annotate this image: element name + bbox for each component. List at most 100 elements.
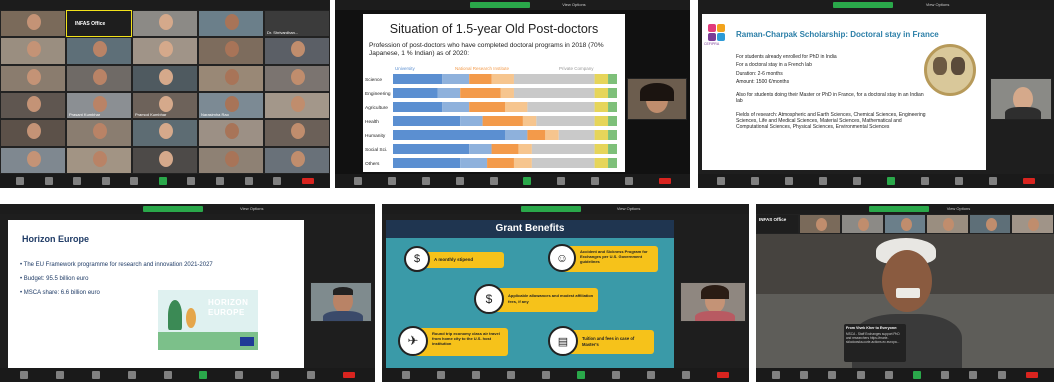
bar-segment xyxy=(513,74,595,84)
participant-tile[interactable] xyxy=(198,146,264,174)
participant-tile[interactable] xyxy=(1011,214,1054,234)
participant-tile[interactable] xyxy=(198,64,264,92)
participant-tile[interactable] xyxy=(66,146,132,174)
participant-tile[interactable] xyxy=(0,64,66,92)
bar-segment xyxy=(482,116,523,126)
participant-face xyxy=(27,41,41,58)
participants-icon[interactable] xyxy=(101,177,110,185)
cefipra-logo: CEFIPRA xyxy=(704,24,728,46)
participant-tile[interactable]: INFAS Office xyxy=(756,214,799,234)
presenter-video xyxy=(627,78,687,120)
participant-tile[interactable]: INFAS Office xyxy=(66,10,132,38)
breakout-icon[interactable] xyxy=(215,177,224,185)
participant-tile[interactable]: Pramod Kumbhar xyxy=(132,92,198,120)
video-icon[interactable] xyxy=(44,177,53,185)
participant-tile[interactable] xyxy=(132,119,198,147)
category-label: Agriculture xyxy=(365,105,388,111)
category-label: Social Sci. xyxy=(365,147,387,153)
participant-tile[interactable] xyxy=(0,10,66,38)
participant-tile[interactable] xyxy=(132,37,198,65)
shared-slide: Horizon Europe • The EU Framework progra… xyxy=(8,220,304,368)
participant-tile[interactable] xyxy=(798,214,841,234)
participant-face xyxy=(900,218,912,231)
meeting-toolbar xyxy=(0,368,375,382)
participant-face xyxy=(225,96,239,112)
participant-tile[interactable] xyxy=(198,37,264,65)
slide-line: Duration: 2-6 months xyxy=(736,70,783,77)
participant-face xyxy=(858,218,869,231)
end-meeting-button[interactable] xyxy=(717,372,730,378)
participant-face xyxy=(291,41,305,58)
category-label: Humanity xyxy=(365,133,386,139)
money-icon: $ xyxy=(404,246,430,272)
slide-line: Amount: 1500 €/months xyxy=(736,78,790,85)
participant-tile[interactable] xyxy=(198,10,264,38)
participant-tile[interactable]: Dr. Shrivardhan... xyxy=(264,10,330,38)
bar-segment xyxy=(505,130,528,140)
slide-subtitle: Profession of post-doctors who have comp… xyxy=(369,42,604,57)
participant-tile[interactable] xyxy=(883,214,926,234)
participant-tile[interactable] xyxy=(0,119,66,147)
bar-segment xyxy=(460,116,483,126)
participant-tile[interactable] xyxy=(66,64,132,92)
participant-tile[interactable] xyxy=(132,64,198,92)
chat-popup[interactable]: From Vivek Kher to Everyone: MSCA - Staf… xyxy=(844,324,906,362)
legend-entry: National Research Institute xyxy=(455,66,510,71)
bar-segment xyxy=(536,116,595,126)
bar-segment xyxy=(393,88,438,98)
participant-tile[interactable] xyxy=(841,214,884,234)
meeting-top-bar: View Options xyxy=(382,204,749,214)
horizon-europe-banner: HORIZON EUROPE xyxy=(158,290,258,350)
screenshot-postdoc-slide: View Options Situation of 1.5-year Old P… xyxy=(335,0,690,188)
meeting-top-bar: View Options xyxy=(335,0,690,10)
bar-segment xyxy=(594,116,609,126)
participant-face xyxy=(815,218,827,231)
participant-tile[interactable] xyxy=(264,64,330,92)
end-meeting-button[interactable] xyxy=(301,178,314,184)
share-screen-icon[interactable] xyxy=(158,177,167,185)
airplane-icon: ✈ xyxy=(398,326,428,356)
participant-tile[interactable] xyxy=(66,37,132,65)
participant-name: Dr. Shrivardhan... xyxy=(267,30,299,36)
participant-tile[interactable] xyxy=(198,119,264,147)
participant-face xyxy=(291,96,305,112)
participant-tile[interactable] xyxy=(264,92,330,120)
bar-segment xyxy=(393,74,443,84)
apps-icon[interactable] xyxy=(273,177,282,185)
participant-tile[interactable] xyxy=(264,37,330,65)
mute-icon[interactable] xyxy=(16,177,25,185)
bar-segment xyxy=(505,102,528,112)
participant-tile[interactable] xyxy=(0,92,66,120)
bar-segment xyxy=(608,144,617,154)
end-meeting-button[interactable] xyxy=(1023,178,1035,184)
participant-face xyxy=(27,14,41,30)
participant-tile[interactable] xyxy=(968,214,1011,234)
shared-slide: CEFIPRA Raman-Charpak Scholarship: Docto… xyxy=(702,14,986,170)
participant-tile[interactable] xyxy=(926,214,969,234)
participant-tile[interactable] xyxy=(0,37,66,65)
end-meeting-button[interactable] xyxy=(658,178,671,184)
security-icon[interactable] xyxy=(73,177,82,185)
participant-face xyxy=(159,14,173,30)
participant-tile[interactable] xyxy=(132,146,198,174)
participant-tile[interactable] xyxy=(132,10,198,38)
bar-segment xyxy=(513,88,595,98)
participant-tile[interactable]: Prasant Kumbhar xyxy=(66,92,132,120)
record-icon[interactable] xyxy=(187,177,196,185)
bar-segment xyxy=(608,116,617,126)
bar-segment xyxy=(393,102,443,112)
participant-face xyxy=(159,123,173,140)
participant-tile[interactable] xyxy=(66,119,132,147)
end-meeting-button[interactable] xyxy=(342,372,355,378)
bar-segment xyxy=(527,102,595,112)
participant-tile[interactable] xyxy=(264,146,330,174)
participant-tile[interactable] xyxy=(264,119,330,147)
end-meeting-button[interactable] xyxy=(1025,372,1038,378)
meeting-top-bar: View Options xyxy=(0,204,375,214)
bar-segment xyxy=(594,74,609,84)
participant-tile[interactable] xyxy=(0,146,66,174)
reactions-icon[interactable] xyxy=(244,177,253,185)
participant-face xyxy=(27,150,41,167)
participant-tile[interactable]: Narasimha Rao xyxy=(198,92,264,120)
chat-icon[interactable] xyxy=(130,177,139,185)
